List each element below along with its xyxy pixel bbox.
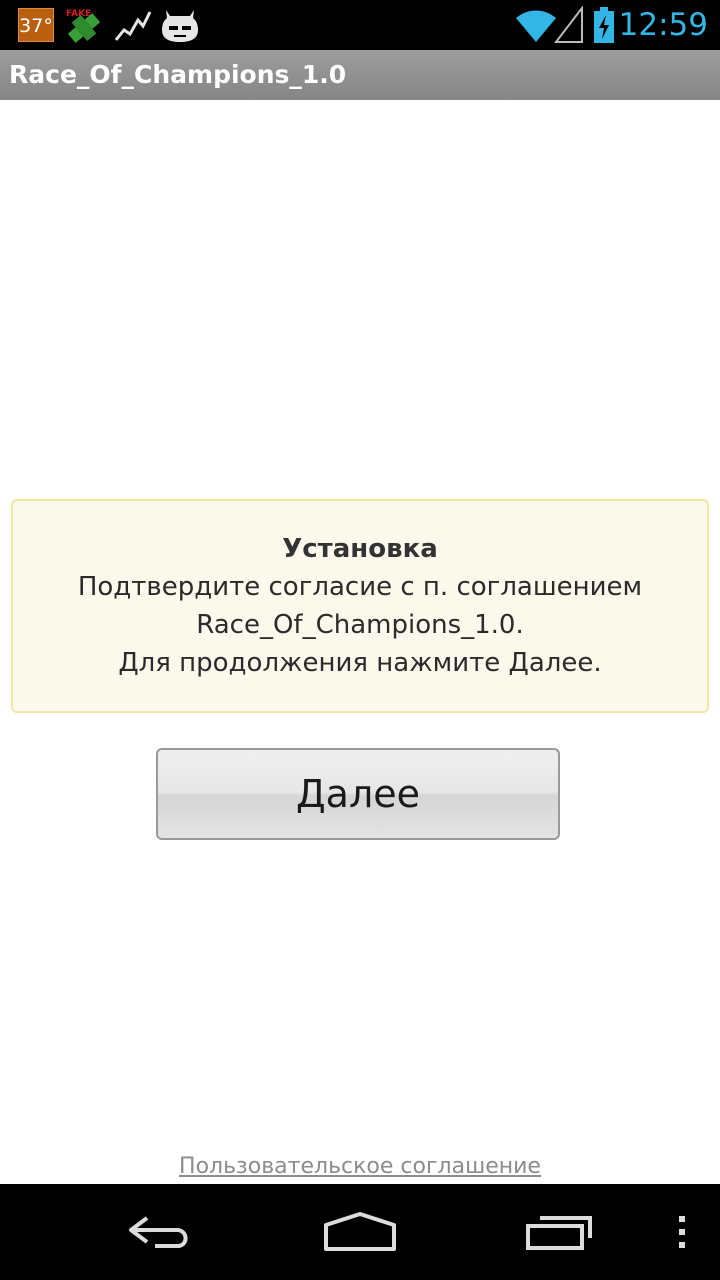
activity-graph-icon xyxy=(114,11,152,41)
recent-apps-icon xyxy=(526,1216,592,1250)
home-icon xyxy=(324,1212,396,1251)
battery-charging-icon xyxy=(594,7,614,43)
cyanogen-mascot-icon xyxy=(162,10,198,42)
dialog-heading: Установка xyxy=(282,534,438,564)
back-button[interactable] xyxy=(110,1184,210,1280)
install-info-box: Установка Подтвердите согласие с п. согл… xyxy=(11,499,709,713)
wifi-icon xyxy=(516,10,556,42)
dialog-text-line-2: Race_Of_Champions_1.0. xyxy=(196,610,524,640)
overflow-menu-button[interactable] xyxy=(664,1184,700,1280)
app-title: Race_Of_Champions_1.0 xyxy=(9,60,347,89)
overflow-menu-icon xyxy=(679,1216,685,1248)
navigation-bar xyxy=(0,1184,720,1280)
action-bar: Race_Of_Champions_1.0 xyxy=(0,50,720,100)
signal-icon xyxy=(554,6,583,43)
recent-apps-button[interactable] xyxy=(510,1184,610,1280)
home-button[interactable] xyxy=(310,1184,410,1280)
temperature-icon: 37° xyxy=(18,8,54,42)
dialog-text-line-3: Для продолжения нажмите Далее. xyxy=(118,648,602,678)
clock: 12:59 xyxy=(618,7,708,43)
screen: 37° FAKE 12:59 Race_Of_Champions_1.0 Уст… xyxy=(0,0,720,1280)
status-bar: 37° FAKE 12:59 xyxy=(0,0,720,50)
back-icon xyxy=(129,1216,188,1248)
user-agreement-link[interactable]: Пользовательское соглашение xyxy=(0,1150,720,1184)
fake-gps-icon: FAKE xyxy=(66,9,101,43)
next-button[interactable]: Далее xyxy=(156,748,560,840)
dialog-text-line-1: Подтвердите согласие с п. соглашением xyxy=(77,572,643,602)
